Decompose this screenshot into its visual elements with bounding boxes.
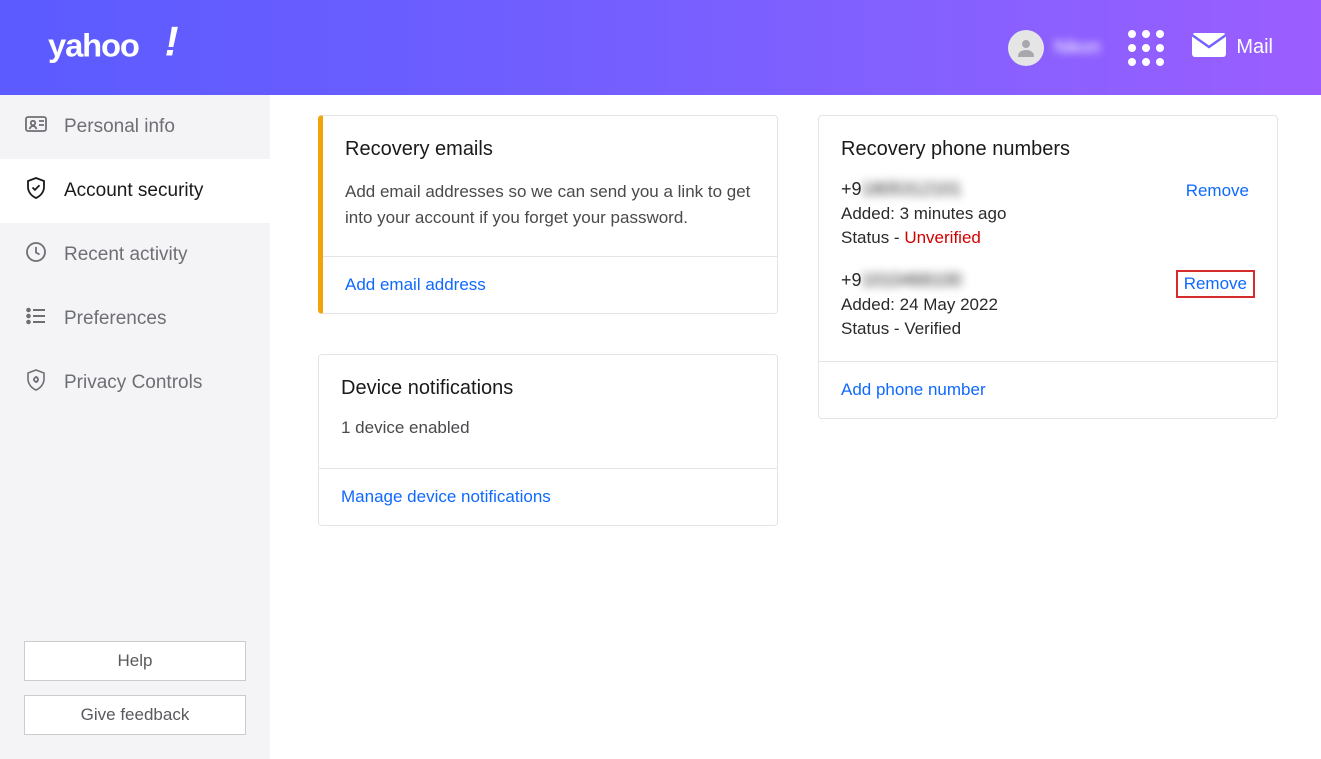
sidebar-item-label: Privacy Controls [64,372,202,394]
card-title: Recovery emails [345,138,755,161]
avatar-icon [1008,30,1044,66]
phone-entry: +91010468100 Added: 24 May 2022 Status -… [841,270,1255,339]
list-icon [24,304,48,334]
sidebar-item-label: Personal info [64,116,175,138]
help-button[interactable]: Help [24,641,246,681]
remove-phone-link[interactable]: Remove [1176,270,1255,298]
phone-number: +91805312101 [841,179,1180,200]
mail-icon [1192,33,1226,63]
manage-devices-link[interactable]: Manage device notifications [341,487,551,506]
phone-status: Status - Verified [841,319,1176,339]
sidebar-item-account-security[interactable]: Account security [0,159,270,223]
main-content: Recovery emails Add email addresses so w… [270,95,1321,759]
yahoo-logo[interactable]: yahoo ! [48,25,208,71]
shield-gear-icon [24,368,48,398]
mail-link[interactable]: Mail [1192,33,1273,63]
sidebar-item-label: Account security [64,180,203,202]
give-feedback-button[interactable]: Give feedback [24,695,246,735]
remove-phone-link[interactable]: Remove [1180,179,1255,203]
mail-label: Mail [1236,36,1273,59]
id-card-icon [24,112,48,142]
device-count: 1 device enabled [341,418,755,438]
sidebar-item-privacy-controls[interactable]: Privacy Controls [0,351,270,415]
card-description: Add email addresses so we can send you a… [345,179,755,230]
phone-entry: +91805312101 Added: 3 minutes ago Status… [841,179,1255,248]
phone-number: +91010468100 [841,270,1176,291]
recovery-phones-card: Recovery phone numbers +91805312101 Adde… [818,115,1278,419]
svg-text:yahoo: yahoo [48,26,139,63]
top-header: yahoo ! Nikon Mail [0,0,1321,95]
sidebar-item-preferences[interactable]: Preferences [0,287,270,351]
add-email-link[interactable]: Add email address [345,275,486,294]
recovery-emails-card: Recovery emails Add email addresses so w… [318,115,778,314]
phone-added: Added: 3 minutes ago [841,204,1180,224]
sidebar: Personal info Account security Recent ac… [0,95,270,759]
device-notifications-card: Device notifications 1 device enabled Ma… [318,354,778,526]
clock-icon [24,240,48,270]
user-menu[interactable]: Nikon [1008,30,1100,66]
sidebar-item-personal-info[interactable]: Personal info [0,95,270,159]
apps-grid-icon[interactable] [1128,30,1164,66]
phone-added: Added: 24 May 2022 [841,295,1176,315]
shield-check-icon [24,176,48,206]
svg-text:!: ! [165,25,179,65]
sidebar-item-label: Preferences [64,308,166,330]
card-title: Recovery phone numbers [841,138,1255,161]
username: Nikon [1054,37,1100,58]
sidebar-item-recent-activity[interactable]: Recent activity [0,223,270,287]
add-phone-link[interactable]: Add phone number [841,380,986,399]
sidebar-item-label: Recent activity [64,244,188,266]
card-title: Device notifications [341,377,755,400]
phone-status: Status - Unverified [841,228,1180,248]
